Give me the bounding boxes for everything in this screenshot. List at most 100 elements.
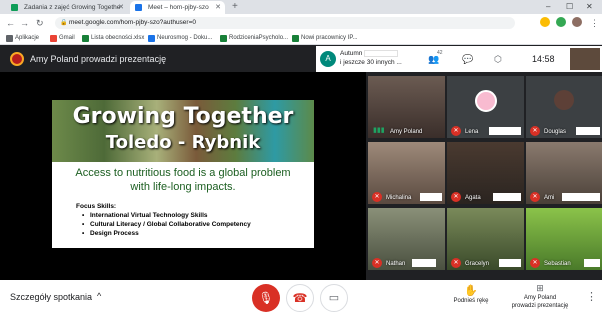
redaction-box	[562, 193, 600, 201]
list-item: Design Process	[82, 229, 251, 238]
speaking-indicator-icon: ▮▮▮	[373, 127, 385, 134]
participant-tile[interactable]: ▮▮▮ Amy Poland	[368, 76, 445, 138]
reload-icon[interactable]: ↻	[36, 16, 44, 30]
close-tab-icon[interactable]: ✕	[118, 1, 124, 14]
activities-icon[interactable]: ⬡	[494, 52, 502, 66]
clock: 14:58	[532, 54, 555, 64]
participant-name: Amy Poland	[390, 129, 423, 135]
new-tab-button[interactable]: +	[232, 0, 238, 14]
address-bar-row: ← → ↻ 🔒 meet.google.com/hom-pjby-szo?aut…	[0, 14, 602, 32]
bookmark-new-employees[interactable]: Nowi pracownicy IP...	[292, 32, 358, 45]
back-icon[interactable]: ←	[6, 16, 15, 30]
extension-icon[interactable]	[540, 17, 550, 27]
mic-off-icon: 🎙	[258, 291, 274, 305]
lock-icon: 🔒	[60, 20, 68, 26]
muted-mic-icon: ✕	[451, 258, 461, 268]
participant-tile[interactable]: ✕ Lena	[447, 76, 524, 138]
self-view-thumbnail[interactable]	[570, 48, 600, 70]
presenter-banner: Amy Poland prowadzi prezentację	[10, 52, 166, 66]
camera-toggle-button[interactable]: ▭	[320, 284, 348, 312]
redaction-box	[420, 193, 442, 201]
participant-name: Sebastian	[544, 261, 571, 267]
bookmark-attendance-list[interactable]: Lista obecności.xlsx	[82, 32, 144, 45]
participant-avatar: A	[320, 51, 336, 67]
classroom-favicon-icon	[11, 4, 18, 11]
browser-menu-icon[interactable]: ⋮	[590, 16, 599, 30]
presenting-label-2: prowadzi prezentację	[511, 303, 569, 309]
meeting-details-button[interactable]: Szczegóły spotkania	[10, 292, 92, 302]
bookmarks-bar: Aplikacje Gmail Lista obecności.xlsx Neu…	[0, 32, 602, 45]
browser-tab-bar: Zadania z zajęć Growing Togethe ✕ Meet –…	[0, 0, 602, 14]
slide-body: Access to nutritious food is a global pr…	[75, 167, 291, 193]
hand-icon: ✋	[464, 285, 478, 297]
redaction-box	[489, 127, 521, 135]
gmail-icon	[50, 35, 57, 42]
close-tab-icon[interactable]: ✕	[215, 1, 221, 14]
participant-grid: ▮▮▮ Amy Poland ✕ Lena ✕ Douglas ✕ Michal…	[366, 72, 602, 280]
redaction-box	[584, 259, 600, 267]
participant-tile[interactable]: ✕ Agata	[447, 142, 524, 204]
focus-heading: Focus Skills:	[76, 203, 117, 210]
participant-name: Douglas	[544, 129, 567, 135]
presenting-label-1: Amy Poland	[523, 295, 557, 301]
participant-tile[interactable]: ✕ Douglas	[526, 76, 602, 138]
forward-icon[interactable]: →	[20, 16, 29, 30]
chat-icon[interactable]: 💬	[462, 52, 473, 66]
participant-avatar	[554, 90, 574, 110]
bookmark-neurosmog[interactable]: Neurosmog - Doku...	[148, 32, 212, 45]
participant-tile[interactable]: ✕ Sebastian	[526, 208, 602, 270]
participant-tile[interactable]: ✕ Gracelyn	[447, 208, 524, 270]
meeting-controls-bar: Szczegóły spotkania ^ 🎙 ☎ ▭ ✋ Podnieś rę…	[0, 280, 602, 318]
raise-hand-button[interactable]: ✋ Podnieś rękę	[446, 284, 496, 304]
profile-avatar[interactable]	[572, 17, 582, 27]
redaction-box	[499, 259, 521, 267]
bookmark-parenting[interactable]: RodziceniaPsycholo...	[220, 32, 288, 45]
chevron-up-icon[interactable]: ^	[97, 291, 101, 301]
sheets-icon	[292, 35, 299, 42]
participant-avatar	[475, 90, 497, 112]
url-field[interactable]: 🔒 meet.google.com/hom-pjby-szo?authuser=…	[55, 17, 515, 29]
bookmark-apps[interactable]: Aplikacje	[6, 32, 39, 45]
meet-favicon-icon	[135, 4, 142, 11]
focus-list: International Virtual Technology Skills …	[82, 211, 251, 238]
microphone-toggle-button[interactable]: 🎙	[252, 284, 280, 312]
muted-mic-icon: ✕	[530, 258, 540, 268]
meeting-info-header: A Autumn i jeszcze 30 innych ... 👥 42 💬 …	[316, 46, 602, 72]
browser-tab-assignments[interactable]: Zadania z zajęć Growing Togethe ✕	[6, 1, 128, 14]
presenting-status-button[interactable]: ⊞ Amy Poland prowadzi prezentację	[500, 282, 580, 310]
participant-tile[interactable]: ✕ Nathan	[368, 208, 445, 270]
maximize-icon[interactable]: ☐	[566, 0, 573, 14]
hang-up-icon: ☎	[292, 291, 308, 305]
url-text: meet.google.com/hom-pjby-szo?authuser=0	[69, 19, 197, 26]
presenter-avatar	[10, 52, 24, 66]
camera-icon: ▭	[328, 292, 340, 304]
list-item: International Virtual Technology Skills	[82, 211, 251, 220]
participant-name: Michalina	[386, 195, 412, 201]
muted-mic-icon: ✕	[372, 258, 382, 268]
raise-hand-label: Podnieś rękę	[453, 298, 489, 304]
participant-name: Agata	[465, 195, 481, 201]
redaction-box	[576, 127, 600, 135]
participant-tile[interactable]: ✕ Michalina	[368, 142, 445, 204]
participant-name: Ami	[544, 195, 555, 201]
redaction-box	[493, 193, 521, 201]
muted-mic-icon: ✕	[372, 192, 382, 202]
sheets-icon	[220, 35, 227, 42]
docs-icon	[148, 35, 155, 42]
apps-grid-icon	[6, 35, 13, 42]
extension-icon[interactable]	[556, 17, 566, 27]
participant-tile[interactable]: ✕ Ami	[526, 142, 602, 204]
minimize-icon[interactable]: –	[546, 0, 550, 14]
participants-summary[interactable]: Autumn i jeszcze 30 innych ...	[340, 49, 402, 67]
bookmark-gmail[interactable]: Gmail	[50, 32, 75, 45]
more-options-icon[interactable]: ⋮	[586, 290, 597, 303]
leave-call-button[interactable]: ☎	[286, 284, 314, 312]
participant-count: 42	[437, 50, 443, 56]
window-close-icon[interactable]: ✕	[586, 0, 593, 14]
browser-tab-meet[interactable]: Meet – hom-pjby-szo ✕	[130, 1, 225, 14]
presentation-stage: Growing Together Toledo - Rybnik Access …	[0, 72, 366, 280]
list-item: Cultural Literacy / Global Collaborative…	[82, 220, 251, 229]
present-screen-icon: ⊞	[536, 283, 544, 293]
sheets-icon	[82, 35, 89, 42]
slide-subtitle: Toledo - Rybnik	[105, 132, 261, 153]
